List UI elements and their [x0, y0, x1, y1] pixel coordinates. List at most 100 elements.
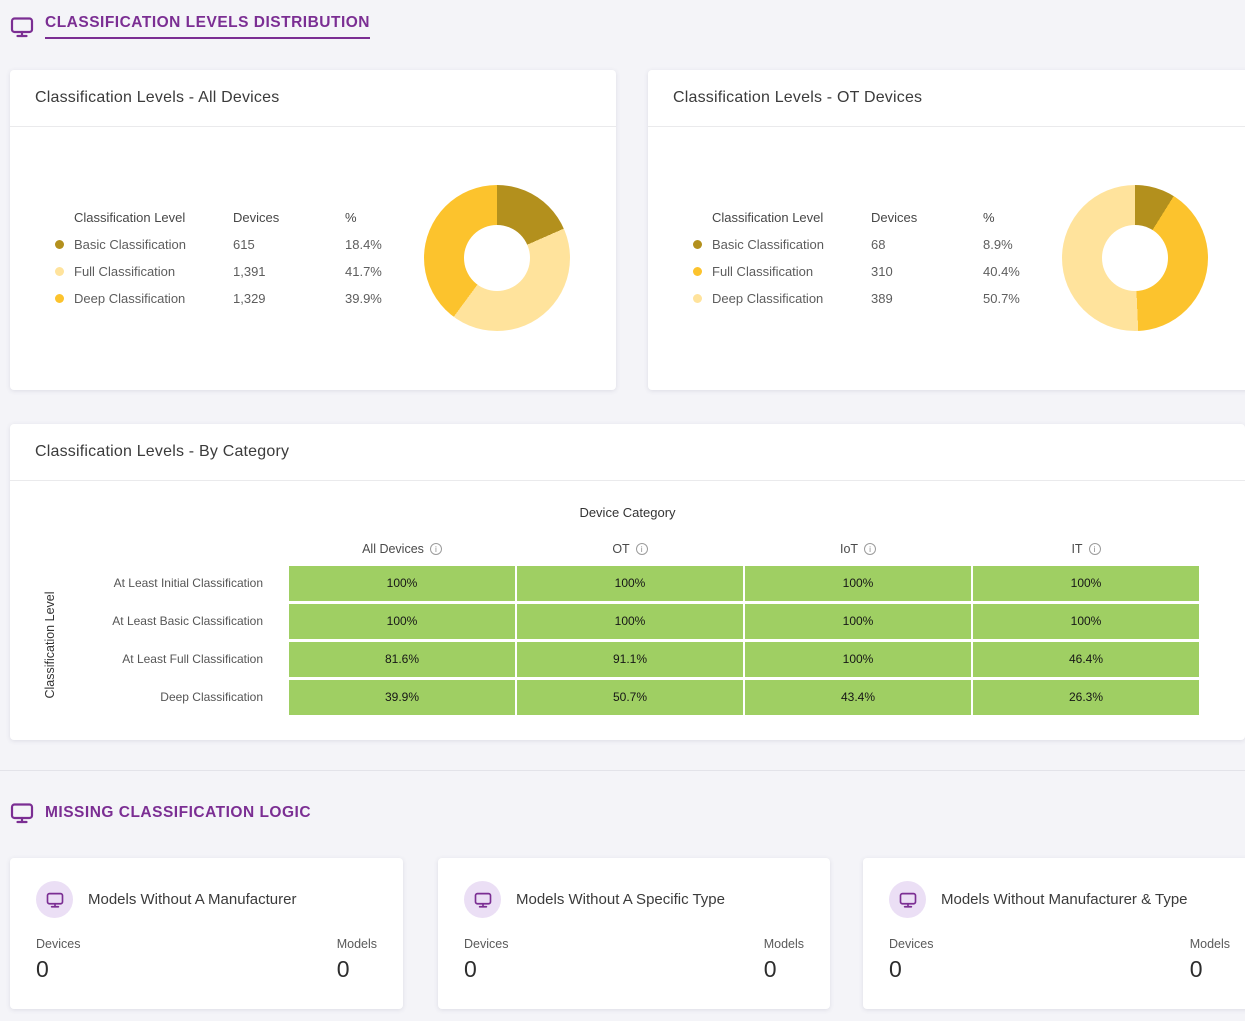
heatmap-y-axis-title: Classification Level — [43, 592, 57, 699]
heatmap-cell[interactable]: 26.3% — [973, 680, 1199, 715]
legend-row-deep[interactable]: Deep Classification 1,329 39.9% — [55, 285, 401, 312]
legend-col-level: Classification Level — [712, 210, 871, 225]
heatmap-cell[interactable]: 100% — [289, 604, 515, 639]
card-title: Models Without A Specific Type — [516, 891, 725, 908]
column-label: IoT — [840, 542, 858, 556]
heatmap-cell[interactable]: 100% — [517, 604, 743, 639]
monitor-icon — [464, 881, 501, 918]
models-stat: Models 0 — [1190, 937, 1230, 983]
column-header-ot: OTi — [516, 534, 744, 564]
column-header-it: IT i — [972, 534, 1200, 564]
legend-pct: 50.7% — [983, 291, 1039, 306]
legend-devices: 615 — [233, 237, 345, 252]
legend-col-pct: % — [983, 210, 1039, 225]
devices-stat: Devices 0 — [889, 937, 933, 983]
legend-devices: 1,391 — [233, 264, 345, 279]
legend-dot-full — [693, 267, 702, 276]
info-icon[interactable]: i — [636, 543, 648, 555]
models-stat: Models 0 — [764, 937, 804, 983]
heatmap-cell[interactable]: 50.7% — [517, 680, 743, 715]
heatmap-cell[interactable]: 81.6% — [289, 642, 515, 677]
legend-row-basic[interactable]: Basic Classification 615 18.4% — [55, 231, 401, 258]
heatmap-cell[interactable]: 100% — [745, 566, 971, 601]
heatmap-cell[interactable]: 100% — [973, 566, 1199, 601]
models-stat: Models 0 — [337, 937, 377, 983]
card-title: Models Without Manufacturer & Type — [941, 891, 1188, 908]
section-header-distribution: CLASSIFICATION LEVELS DISTRIBUTION — [10, 14, 370, 39]
monitor-icon — [10, 15, 34, 39]
card-models-without-type[interactable]: Models Without A Specific Type Devices 0… — [438, 858, 830, 1009]
card-models-without-manufacturer-and-type[interactable]: Models Without Manufacturer & Type Devic… — [863, 858, 1245, 1009]
legend-col-devices: Devices — [871, 210, 983, 225]
card-ot-devices: Classification Levels - OT Devices Class… — [648, 70, 1245, 390]
legend-header-row: Classification Level Devices % — [55, 204, 401, 231]
legend-row-deep[interactable]: Deep Classification 389 50.7% — [693, 285, 1039, 312]
donut-chart-ot-devices[interactable] — [1062, 185, 1208, 331]
section-title-distribution: CLASSIFICATION LEVELS DISTRIBUTION — [45, 14, 370, 39]
legend-dot-full — [55, 267, 64, 276]
heatmap-cell[interactable]: 43.4% — [745, 680, 971, 715]
devices-value: 0 — [889, 956, 933, 983]
legend-label: Basic Classification — [712, 237, 871, 252]
section-divider — [0, 770, 1245, 771]
devices-stat: Devices 0 — [36, 937, 80, 983]
heatmap-cell[interactable]: 100% — [745, 642, 971, 677]
legend-row-basic[interactable]: Basic Classification 68 8.9% — [693, 231, 1039, 258]
legend-row-full[interactable]: Full Classification 1,391 41.7% — [55, 258, 401, 285]
devices-stat: Devices 0 — [464, 937, 508, 983]
monitor-icon — [10, 801, 34, 825]
legend-label: Deep Classification — [74, 291, 233, 306]
legend-devices: 310 — [871, 264, 983, 279]
legend-label: Basic Classification — [74, 237, 233, 252]
models-label: Models — [764, 937, 804, 951]
donut-chart-all-devices[interactable] — [424, 185, 570, 331]
legend-col-pct: % — [345, 210, 401, 225]
devices-value: 0 — [36, 956, 80, 983]
devices-label: Devices — [464, 937, 508, 951]
donut-hole — [1102, 225, 1168, 291]
legend-col-devices: Devices — [233, 210, 345, 225]
legend-label: Full Classification — [712, 264, 871, 279]
column-label: All Devices — [362, 542, 424, 556]
card-title-by-category: Classification Levels - By Category — [10, 424, 1245, 481]
info-icon[interactable]: i — [1089, 543, 1101, 555]
legend-all-devices: Classification Level Devices % Basic Cla… — [55, 204, 401, 312]
legend-label: Full Classification — [74, 264, 233, 279]
heatmap-cell[interactable]: 100% — [973, 604, 1199, 639]
legend-devices: 1,329 — [233, 291, 345, 306]
heatmap-cell[interactable]: 100% — [745, 604, 971, 639]
models-label: Models — [1190, 937, 1230, 951]
card-title-all-devices: Classification Levels - All Devices — [10, 70, 616, 127]
monitor-icon — [889, 881, 926, 918]
legend-label: Deep Classification — [712, 291, 871, 306]
models-value: 0 — [1190, 956, 1230, 983]
heatmap-cell[interactable]: 100% — [517, 566, 743, 601]
legend-col-level: Classification Level — [74, 210, 233, 225]
legend-dot-basic — [55, 240, 64, 249]
card-all-devices: Classification Levels - All Devices Clas… — [10, 70, 616, 390]
column-header-iot: IoT i — [744, 534, 972, 564]
info-icon[interactable]: i — [864, 543, 876, 555]
heatmap-cell[interactable]: 100% — [289, 566, 515, 601]
card-title: Models Without A Manufacturer — [88, 891, 296, 908]
devices-label: Devices — [889, 937, 933, 951]
heatmap-cell[interactable]: 46.4% — [973, 642, 1199, 677]
column-label: IT — [1071, 542, 1082, 556]
legend-row-full[interactable]: Full Classification 310 40.4% — [693, 258, 1039, 285]
legend-dot-deep — [55, 294, 64, 303]
legend-dot-basic — [693, 240, 702, 249]
heatmap-cell[interactable]: 91.1% — [517, 642, 743, 677]
card-models-without-manufacturer[interactable]: Models Without A Manufacturer Devices 0 … — [10, 858, 403, 1009]
heatmap-cell[interactable]: 39.9% — [289, 680, 515, 715]
models-label: Models — [337, 937, 377, 951]
legend-ot-devices: Classification Level Devices % Basic Cla… — [693, 204, 1039, 312]
section-header-missing: MISSING CLASSIFICATION LOGIC — [10, 801, 311, 825]
legend-pct: 40.4% — [983, 264, 1039, 279]
donut-hole — [464, 225, 530, 291]
devices-label: Devices — [36, 937, 80, 951]
legend-pct: 39.9% — [345, 291, 401, 306]
heatmap-grid: All Devicesi OTi IoTi ITi At Least Initi… — [10, 534, 1200, 716]
legend-pct: 8.9% — [983, 237, 1039, 252]
info-icon[interactable]: i — [430, 543, 442, 555]
legend-pct: 41.7% — [345, 264, 401, 279]
